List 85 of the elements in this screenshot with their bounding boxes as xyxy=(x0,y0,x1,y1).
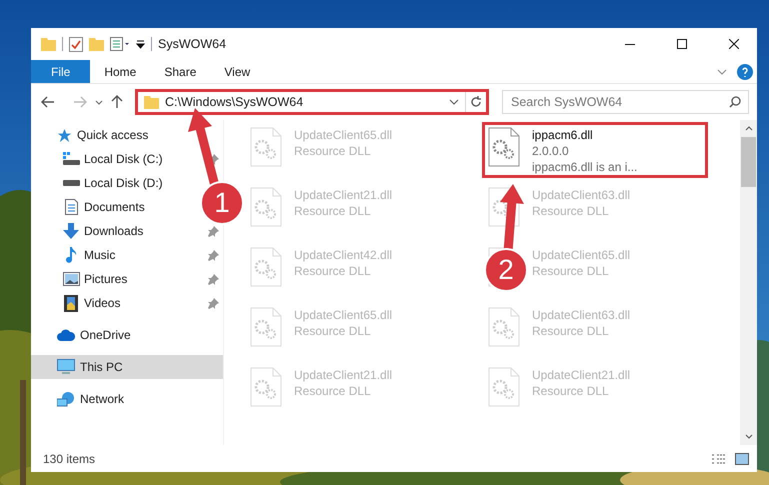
properties-icon[interactable] xyxy=(110,37,130,51)
search-field[interactable]: Search SysWOW64 xyxy=(502,90,749,114)
gear-file-icon xyxy=(488,367,520,407)
ribbon-tab[interactable]: View xyxy=(210,60,264,83)
back-arrow-icon[interactable] xyxy=(41,96,55,108)
gear-file-icon xyxy=(488,127,520,167)
file-detail: Resource DLL xyxy=(294,143,372,159)
chevron-down-icon[interactable] xyxy=(744,434,752,439)
file-name: UpdateClient65.dll xyxy=(532,247,630,263)
sidebar-item[interactable]: Downloads xyxy=(62,219,144,243)
cloud-icon xyxy=(57,329,75,341)
window-title: SysWOW64 xyxy=(158,36,226,53)
music-note-icon xyxy=(65,247,77,263)
help-icon[interactable] xyxy=(737,64,753,80)
gear-file-icon xyxy=(250,307,282,347)
pin-icon[interactable] xyxy=(208,274,219,284)
file-name: UpdateClient42.dll xyxy=(294,247,392,263)
gear-file-icon xyxy=(250,187,282,227)
sidebar-item[interactable]: Local Disk (D:) xyxy=(62,171,163,195)
ribbon-tab[interactable]: File xyxy=(31,60,90,83)
file-detail: Resource DLL xyxy=(532,323,610,339)
file-detail: Resource DLL xyxy=(294,263,372,279)
pin-icon[interactable] xyxy=(208,298,219,308)
monitor-icon xyxy=(57,359,75,375)
picture-icon xyxy=(62,272,80,286)
sidebar-item[interactable]: Documents xyxy=(62,195,145,219)
pin-icon[interactable] xyxy=(208,250,219,260)
star-icon xyxy=(57,128,72,142)
scrollbar[interactable] xyxy=(740,120,757,445)
file-name: UpdateClient65.dll xyxy=(294,127,392,143)
sidebar-item[interactable]: Local Disk (C:) xyxy=(62,147,163,171)
file-detail: Resource DLL xyxy=(532,203,610,219)
gear-file-icon xyxy=(250,367,282,407)
item-count: 130 items xyxy=(43,450,96,468)
dropdown-icon[interactable] xyxy=(136,39,145,49)
network-icon xyxy=(57,391,75,407)
chevron-down-icon[interactable] xyxy=(95,100,103,104)
maximize-icon xyxy=(677,39,687,49)
ribbon-tab[interactable]: Share xyxy=(150,60,210,83)
search-icon xyxy=(729,96,741,108)
large-icons-view-icon[interactable] xyxy=(735,452,749,464)
gear-file-icon xyxy=(250,127,282,167)
up-arrow-icon[interactable] xyxy=(111,95,123,109)
file-name: ippacm6.dll xyxy=(532,127,594,143)
pin-icon[interactable] xyxy=(208,226,219,236)
gear-file-icon xyxy=(250,247,282,287)
chevron-down-icon[interactable] xyxy=(449,99,459,105)
down-arrow-icon xyxy=(63,223,79,239)
file-detail: Resource DLL xyxy=(294,323,372,339)
folder-icon xyxy=(144,95,159,109)
file-name: UpdateClient21.dll xyxy=(294,187,392,203)
file-name: UpdateClient65.dll xyxy=(294,307,392,323)
ribbon-tab[interactable]: Home xyxy=(90,60,150,83)
close-icon xyxy=(729,39,739,49)
sidebar-item[interactable]: Pictures xyxy=(62,267,128,291)
sidebar-item[interactable]: This PC xyxy=(31,355,223,379)
document-icon xyxy=(64,199,78,215)
file-name: UpdateClient21.dll xyxy=(532,367,630,383)
address-bar[interactable]: C:\Windows\SysWOW64 xyxy=(135,89,489,115)
sidebar-item[interactable]: Videos xyxy=(62,291,120,315)
sidebar-item[interactable]: Music xyxy=(62,243,116,267)
file-name: UpdateClient63.dll xyxy=(532,307,630,323)
chevron-down-icon[interactable] xyxy=(717,68,727,74)
file-detail: ippacm6.dll is an i... xyxy=(532,159,638,175)
details-view-icon[interactable] xyxy=(711,452,727,464)
file-name: UpdateClient21.dll xyxy=(294,367,392,383)
checklist-icon[interactable] xyxy=(69,36,83,52)
file-detail: Resource DLL xyxy=(294,383,372,399)
drive-icon xyxy=(62,179,80,187)
film-icon xyxy=(64,294,78,312)
gear-file-icon xyxy=(488,307,520,347)
sidebar-item[interactable]: Quick access xyxy=(31,123,223,147)
refresh-icon xyxy=(470,96,482,108)
file-detail: Resource DLL xyxy=(532,263,610,279)
drive-icon xyxy=(62,152,80,166)
sidebar-item[interactable]: Network xyxy=(31,387,223,411)
address-path: C:\Windows\SysWOW64 xyxy=(165,94,304,111)
file-name: UpdateClient63.dll xyxy=(532,187,630,203)
file-detail: Resource DLL xyxy=(532,383,610,399)
file-detail: Resource DLL xyxy=(294,203,372,219)
sidebar-item[interactable]: OneDrive xyxy=(31,323,223,347)
chevron-up-icon[interactable] xyxy=(744,126,752,131)
file-detail: 2.0.0.0 xyxy=(532,143,570,159)
scrollbar-thumb[interactable] xyxy=(741,137,756,187)
file-item[interactable]: ippacm6.dll 2.0.0.0 ippacm6.dll is an i... xyxy=(482,122,708,178)
